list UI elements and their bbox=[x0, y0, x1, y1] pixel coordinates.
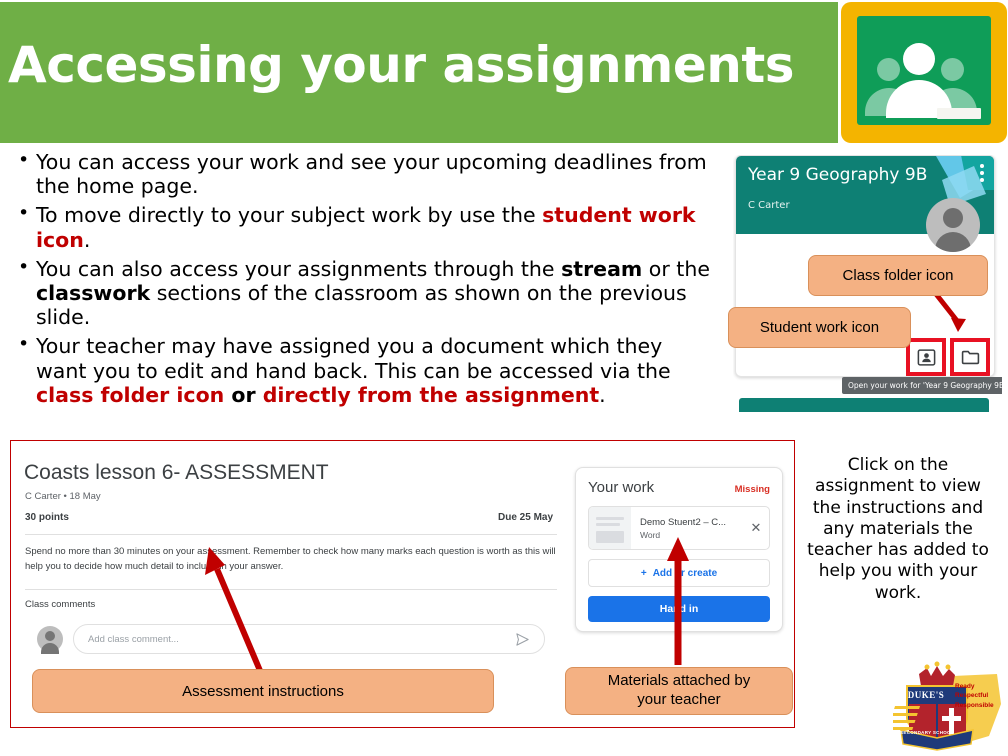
chalk-tray-icon bbox=[937, 108, 981, 119]
send-icon[interactable] bbox=[515, 632, 530, 647]
next-class-card-partial[interactable] bbox=[739, 398, 989, 412]
bullet-text-segment: or bbox=[224, 382, 263, 407]
bullet-text-segment: Your teacher may have assigned you a doc… bbox=[36, 334, 671, 383]
instruction-note: Click on the assignment to view the inst… bbox=[807, 455, 989, 603]
arrow-assessment-instructions bbox=[205, 547, 264, 675]
file-thumbnail bbox=[589, 507, 631, 549]
bullet-text-segment: . bbox=[83, 227, 91, 252]
callout-student-work: Student work icon bbox=[728, 307, 911, 348]
student-work-glyph bbox=[917, 348, 935, 366]
avatar bbox=[926, 198, 980, 252]
bullet-list: You can access your work and see your up… bbox=[12, 149, 718, 412]
bullet-text-segment: classwork bbox=[36, 280, 151, 305]
callout-class-folder: Class folder icon bbox=[808, 255, 988, 296]
crest-school-name: DUKE'S bbox=[907, 690, 945, 700]
avatar-head-icon bbox=[45, 631, 55, 641]
arrow-materials bbox=[667, 537, 689, 665]
assignment-title: Coasts lesson 6- ASSESSMENT bbox=[24, 461, 329, 484]
crest-motto: Ready Respectful Responsible bbox=[955, 682, 1003, 710]
crest-motto-line2: Respectful bbox=[955, 692, 989, 700]
bullet-text-segment: or the bbox=[642, 256, 710, 281]
callout-materials-attached: Materials attached by your teacher bbox=[565, 667, 793, 715]
school-crest-logo: DUKE'S SECONDARY SCHOOL Ready Respectful… bbox=[893, 660, 1005, 754]
bullet-item: You can access your work and see your up… bbox=[12, 149, 718, 199]
class-card-title: Year 9 Geography 9B bbox=[748, 165, 928, 185]
person-right-head-icon bbox=[941, 58, 964, 81]
assignment-due-date: Due 25 May bbox=[498, 512, 554, 523]
bullet-text-segment: class folder icon bbox=[36, 382, 225, 407]
bullet-item: To move directly to your subject work by… bbox=[12, 202, 718, 252]
crest-motto-line3: Responsible bbox=[955, 701, 994, 709]
file-name: Demo Stuent2 – C... bbox=[640, 516, 727, 528]
bullet-text-segment: stream bbox=[561, 256, 643, 281]
callout-materials-line1: Materials attached by bbox=[607, 672, 751, 690]
comment-placeholder: Add class comment... bbox=[88, 633, 179, 645]
plus-icon: + bbox=[640, 567, 647, 579]
tooltip-open-your-work: Open your work for 'Year 9 Geography 9B' bbox=[842, 377, 1002, 394]
person-left-head-icon bbox=[877, 58, 900, 81]
callout-materials-line2: your teacher bbox=[637, 691, 721, 708]
your-work-title: Your work bbox=[588, 479, 655, 496]
avatar bbox=[37, 626, 63, 654]
divider bbox=[25, 534, 557, 535]
divider bbox=[25, 589, 557, 590]
avatar-body-icon bbox=[935, 232, 971, 252]
chalkboard-shape bbox=[857, 16, 991, 125]
bullet-text-segment: To move directly to your subject work by… bbox=[36, 203, 543, 228]
google-classroom-logo bbox=[841, 2, 1007, 143]
assignment-description: Spend no more than 30 minutes on your as… bbox=[25, 546, 556, 572]
assignment-meta: C Carter • 18 May bbox=[25, 491, 101, 502]
page-title: Accessing your assignments bbox=[8, 36, 795, 94]
bullet-item: You can also access your assignments thr… bbox=[12, 256, 718, 330]
arrow-class-folder bbox=[934, 292, 966, 332]
crest-ribbon-text: SECONDARY SCHOOL bbox=[900, 730, 954, 735]
close-icon[interactable]: ✕ bbox=[743, 520, 769, 536]
avatar-body-icon bbox=[41, 643, 59, 654]
bullet-text-segment: directly from the assignment bbox=[262, 382, 600, 407]
assignment-points: 30 points bbox=[25, 512, 69, 523]
student-work-icon[interactable] bbox=[906, 338, 946, 376]
status-badge: Missing bbox=[734, 484, 770, 495]
bullet-text-segment: You can also access your assignments thr… bbox=[36, 256, 562, 281]
bullet-text-segment: . bbox=[599, 382, 606, 407]
class-comments-label: Class comments bbox=[25, 599, 96, 610]
avatar-head-icon bbox=[943, 208, 963, 228]
your-work-header: Your work Missing bbox=[588, 479, 770, 496]
bullet-item: Your teacher may have assigned you a doc… bbox=[12, 333, 718, 407]
crest-motto-line1: Ready bbox=[955, 683, 975, 690]
bullet-text-segment: You can access your work and see your up… bbox=[36, 150, 707, 199]
person-center-head-icon bbox=[903, 43, 935, 75]
callout-assessment-instructions: Assessment instructions bbox=[32, 669, 494, 713]
comment-input-box[interactable]: Add class comment... bbox=[73, 624, 545, 654]
class-card-teacher: C Carter bbox=[748, 200, 790, 211]
class-comment-row: Add class comment... bbox=[37, 623, 545, 655]
folder-glyph bbox=[961, 350, 979, 364]
class-card-icon-bar bbox=[906, 338, 990, 376]
bullet-items: You can access your work and see your up… bbox=[12, 149, 718, 407]
more-vert-icon[interactable] bbox=[980, 164, 984, 182]
folder-icon[interactable] bbox=[950, 338, 990, 376]
